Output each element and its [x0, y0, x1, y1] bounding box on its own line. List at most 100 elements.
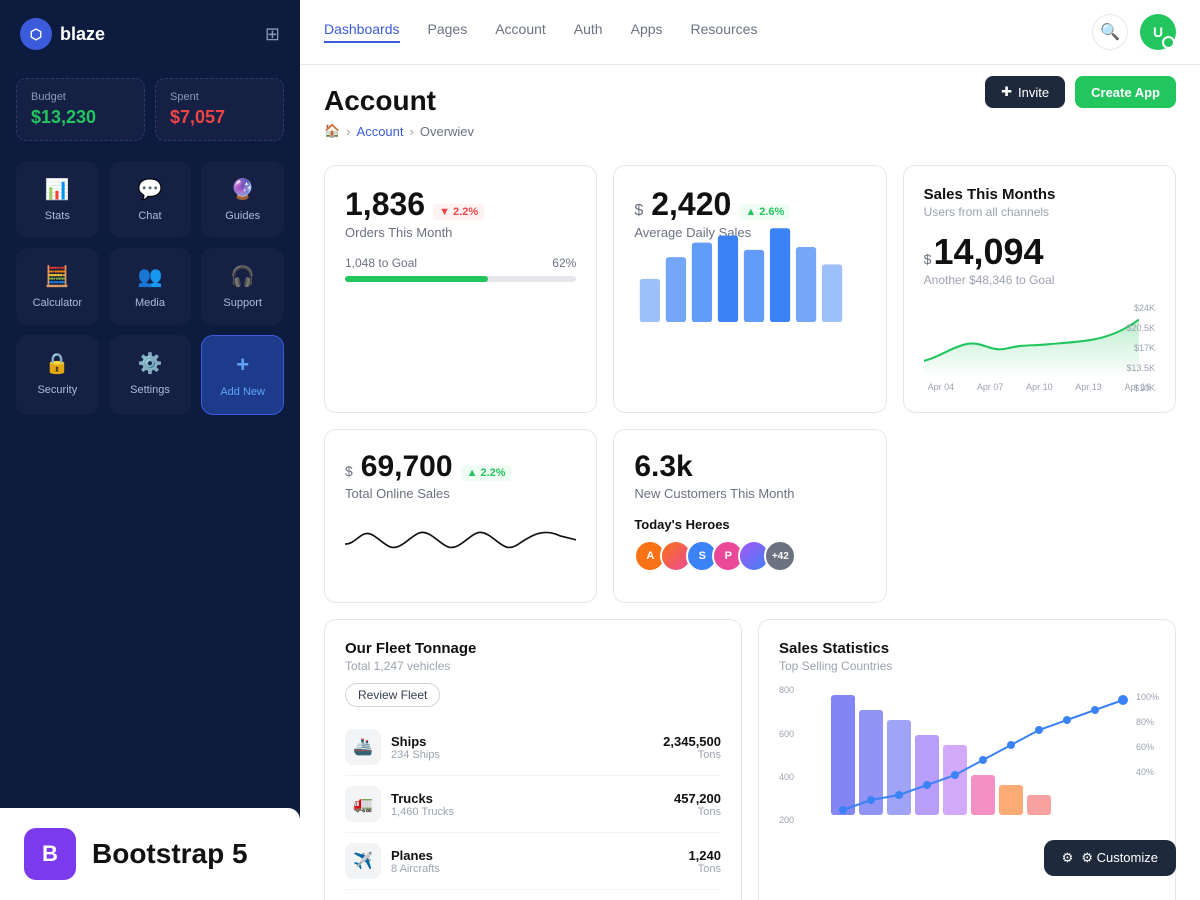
spent-amount: $7,057	[170, 107, 269, 128]
calculator-label: Calculator	[33, 297, 83, 309]
chat-icon: 💬	[138, 177, 163, 202]
spent-card: Spent $7,057	[155, 78, 284, 141]
media-icon: 👥	[138, 264, 163, 289]
top-nav: Dashboards Pages Account Auth Apps Resou…	[300, 0, 1200, 65]
planes-unit: Tons	[688, 863, 721, 875]
trucks-number: 457,200	[674, 791, 721, 806]
progress-label: 1,048 to Goal	[345, 256, 417, 270]
svg-text:40%: 40%	[1136, 767, 1154, 777]
dashboard-body: 1,836 ▼ 2.2% Orders This Month 1,048 to …	[300, 149, 1200, 900]
create-app-button[interactable]: Create App	[1075, 76, 1176, 108]
sidebar-item-settings[interactable]: ⚙️ Settings	[109, 335, 192, 415]
planes-sub: 8 Aircrafts	[391, 863, 688, 875]
planes-name: Planes	[391, 848, 688, 863]
user-avatar[interactable]: U	[1140, 14, 1176, 50]
fleet-item-planes: ✈️ Planes 8 Aircrafts 1,240 Tons	[345, 833, 721, 890]
sales-stats-subtitle: Top Selling Countries	[779, 659, 1155, 673]
review-fleet-button[interactable]: Review Fleet	[345, 683, 440, 707]
online-sales-dollar: $	[345, 463, 353, 479]
search-button[interactable]: 🔍	[1092, 14, 1128, 50]
nav-grid: 📊 Stats 💬 Chat 🔮 Guides 🧮 Calculator 👥 M…	[0, 161, 300, 415]
online-sales-badge: ▲ 2.2%	[461, 465, 512, 481]
logo-text: blaze	[60, 24, 105, 45]
support-label: Support	[223, 297, 262, 309]
sidebar-item-security[interactable]: 🔒 Security	[16, 335, 99, 415]
tab-auth[interactable]: Auth	[574, 21, 603, 43]
progress-bar-bg	[345, 276, 576, 282]
orders-number: 1,836	[345, 186, 425, 223]
tab-apps[interactable]: Apps	[631, 21, 663, 43]
breadcrumb-sep1: ›	[346, 124, 350, 139]
menu-icon[interactable]: ⊞	[265, 24, 280, 45]
customers-card: 6.3k New Customers This Month Today's He…	[613, 429, 886, 603]
progress-bar-fill	[345, 276, 488, 282]
ships-name: Ships	[391, 734, 663, 749]
sidebar-item-chat[interactable]: 💬 Chat	[109, 161, 192, 238]
nav-tabs: Dashboards Pages Account Auth Apps Resou…	[324, 21, 757, 43]
stats-row-1: 1,836 ▼ 2.2% Orders This Month 1,048 to …	[324, 165, 1176, 413]
invite-button[interactable]: ✚ Invite	[985, 76, 1065, 108]
bar-chart-svg	[634, 221, 865, 322]
sidebar-item-media[interactable]: 👥 Media	[109, 248, 192, 325]
sidebar-item-guides[interactable]: 🔮 Guides	[201, 161, 284, 238]
breadcrumb-account[interactable]: Account	[357, 124, 404, 139]
budget-amount: $13,230	[31, 107, 130, 128]
calculator-icon: 🧮	[45, 264, 70, 289]
invite-plus-icon: ✚	[1001, 84, 1012, 100]
security-label: Security	[37, 384, 77, 396]
fleet-item-ships: 🚢 Ships 234 Ships 2,345,500 Tons	[345, 719, 721, 776]
security-icon: 🔒	[45, 351, 70, 376]
logo-area: ⬡ blaze	[20, 18, 105, 50]
bootstrap-badge: B Bootstrap 5	[0, 808, 300, 900]
breadcrumb-home: 🏠	[324, 123, 340, 139]
customers-label: New Customers This Month	[634, 486, 865, 501]
budget-cards: Budget $13,230 Spent $7,057	[0, 68, 300, 161]
orders-label: Orders This Month	[345, 225, 576, 240]
stats-icon: 📊	[45, 177, 70, 202]
sidebar-item-add-new[interactable]: + Add New	[201, 335, 284, 415]
sales-month-card: Sales This Months Users from all channel…	[903, 165, 1176, 413]
ships-value: 2,345,500 Tons	[663, 734, 721, 761]
online-sales-label: Total Online Sales	[345, 486, 576, 501]
trucks-sub: 1,460 Trucks	[391, 806, 674, 818]
customize-button[interactable]: ⚙ ⚙ Customize	[1044, 840, 1176, 876]
planes-icon: ✈️	[345, 843, 381, 879]
breadcrumb: 🏠 › Account › Overwiev	[324, 123, 1176, 139]
svg-text:100%: 100%	[1136, 692, 1159, 702]
sales-stats-chart: 800 600 400 200	[779, 685, 1155, 845]
tab-dashboards[interactable]: Dashboards	[324, 21, 400, 43]
ships-unit: Tons	[663, 749, 721, 761]
bootstrap-icon: B	[24, 828, 76, 880]
fleet-title: Our Fleet Tonnage	[345, 640, 721, 657]
sales-month-chart: $24K $20.5K $17K $13.5K $10K	[924, 303, 1155, 392]
guides-label: Guides	[225, 210, 260, 222]
chat-label: Chat	[138, 210, 161, 222]
bar-chart	[634, 252, 865, 322]
sales-month-title: Sales This Months	[924, 186, 1155, 203]
orders-badge: ▼ 2.2%	[433, 204, 484, 220]
fleet-item-trucks: 🚛 Trucks 1,460 Trucks 457,200 Tons	[345, 776, 721, 833]
sales-line-chart	[924, 303, 1155, 377]
tab-pages[interactable]: Pages	[428, 21, 468, 43]
sales-stats-title: Sales Statistics	[779, 640, 1155, 657]
top-nav-actions: 🔍 U	[1092, 14, 1176, 50]
trucks-icon: 🚛	[345, 786, 381, 822]
fleet-card: Our Fleet Tonnage Total 1,247 vehicles R…	[324, 619, 742, 900]
svg-text:80%: 80%	[1136, 717, 1154, 727]
ships-sub: 234 Ships	[391, 749, 663, 761]
sidebar-item-stats[interactable]: 📊 Stats	[16, 161, 99, 238]
sales-month-subtitle: Users from all channels	[924, 205, 1155, 219]
sidebar-header: ⬡ blaze ⊞	[0, 0, 300, 68]
sales-month-goal: Another $48,346 to Goal	[924, 273, 1155, 287]
tab-resources[interactable]: Resources	[691, 21, 758, 43]
tab-account[interactable]: Account	[495, 21, 546, 43]
media-label: Media	[135, 297, 165, 309]
daily-sales-card: $ 2,420 ▲ 2.6% Average Daily Sales	[613, 165, 886, 413]
customize-icon: ⚙	[1062, 850, 1074, 866]
progress-label-row: 1,048 to Goal 62%	[345, 256, 576, 270]
daily-sales-number: 2,420	[651, 186, 731, 223]
sidebar-item-calculator[interactable]: 🧮 Calculator	[16, 248, 99, 325]
support-icon: 🎧	[230, 264, 255, 289]
logo-icon: ⬡	[20, 18, 52, 50]
sidebar-item-support[interactable]: 🎧 Support	[201, 248, 284, 325]
